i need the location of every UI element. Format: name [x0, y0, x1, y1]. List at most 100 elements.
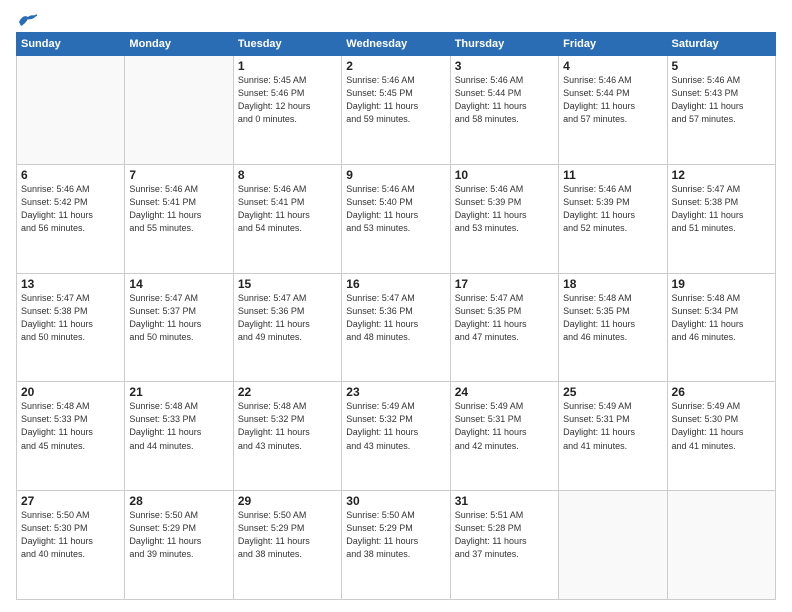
day-info: Sunrise: 5:51 AM Sunset: 5:28 PM Dayligh… — [455, 509, 554, 561]
day-info: Sunrise: 5:49 AM Sunset: 5:32 PM Dayligh… — [346, 400, 445, 452]
day-cell-4: 4Sunrise: 5:46 AM Sunset: 5:44 PM Daylig… — [559, 56, 667, 165]
day-info: Sunrise: 5:46 AM Sunset: 5:40 PM Dayligh… — [346, 183, 445, 235]
weekday-friday: Friday — [559, 33, 667, 56]
day-info: Sunrise: 5:46 AM Sunset: 5:43 PM Dayligh… — [672, 74, 771, 126]
day-info: Sunrise: 5:50 AM Sunset: 5:29 PM Dayligh… — [238, 509, 337, 561]
weekday-sunday: Sunday — [17, 33, 125, 56]
day-info: Sunrise: 5:47 AM Sunset: 5:38 PM Dayligh… — [672, 183, 771, 235]
day-info: Sunrise: 5:45 AM Sunset: 5:46 PM Dayligh… — [238, 74, 337, 126]
day-number: 28 — [129, 494, 228, 508]
day-number: 7 — [129, 168, 228, 182]
day-cell-6: 6Sunrise: 5:46 AM Sunset: 5:42 PM Daylig… — [17, 164, 125, 273]
day-number: 9 — [346, 168, 445, 182]
day-number: 6 — [21, 168, 120, 182]
day-info: Sunrise: 5:47 AM Sunset: 5:35 PM Dayligh… — [455, 292, 554, 344]
weekday-wednesday: Wednesday — [342, 33, 450, 56]
weekday-saturday: Saturday — [667, 33, 775, 56]
day-number: 22 — [238, 385, 337, 399]
day-cell-7: 7Sunrise: 5:46 AM Sunset: 5:41 PM Daylig… — [125, 164, 233, 273]
day-info: Sunrise: 5:47 AM Sunset: 5:36 PM Dayligh… — [346, 292, 445, 344]
day-cell-30: 30Sunrise: 5:50 AM Sunset: 5:29 PM Dayli… — [342, 491, 450, 600]
day-number: 24 — [455, 385, 554, 399]
day-cell-29: 29Sunrise: 5:50 AM Sunset: 5:29 PM Dayli… — [233, 491, 341, 600]
day-info: Sunrise: 5:46 AM Sunset: 5:45 PM Dayligh… — [346, 74, 445, 126]
day-info: Sunrise: 5:48 AM Sunset: 5:34 PM Dayligh… — [672, 292, 771, 344]
week-row-1: 1Sunrise: 5:45 AM Sunset: 5:46 PM Daylig… — [17, 56, 776, 165]
week-row-3: 13Sunrise: 5:47 AM Sunset: 5:38 PM Dayli… — [17, 273, 776, 382]
day-cell-8: 8Sunrise: 5:46 AM Sunset: 5:41 PM Daylig… — [233, 164, 341, 273]
day-cell-23: 23Sunrise: 5:49 AM Sunset: 5:32 PM Dayli… — [342, 382, 450, 491]
day-info: Sunrise: 5:47 AM Sunset: 5:37 PM Dayligh… — [129, 292, 228, 344]
day-cell-5: 5Sunrise: 5:46 AM Sunset: 5:43 PM Daylig… — [667, 56, 775, 165]
day-number: 17 — [455, 277, 554, 291]
day-cell-13: 13Sunrise: 5:47 AM Sunset: 5:38 PM Dayli… — [17, 273, 125, 382]
day-number: 21 — [129, 385, 228, 399]
day-number: 15 — [238, 277, 337, 291]
day-cell-10: 10Sunrise: 5:46 AM Sunset: 5:39 PM Dayli… — [450, 164, 558, 273]
day-number: 11 — [563, 168, 662, 182]
day-cell-27: 27Sunrise: 5:50 AM Sunset: 5:30 PM Dayli… — [17, 491, 125, 600]
page: SundayMondayTuesdayWednesdayThursdayFrid… — [0, 0, 792, 612]
day-number: 8 — [238, 168, 337, 182]
weekday-monday: Monday — [125, 33, 233, 56]
day-cell-26: 26Sunrise: 5:49 AM Sunset: 5:30 PM Dayli… — [667, 382, 775, 491]
day-cell-31: 31Sunrise: 5:51 AM Sunset: 5:28 PM Dayli… — [450, 491, 558, 600]
day-info: Sunrise: 5:48 AM Sunset: 5:33 PM Dayligh… — [129, 400, 228, 452]
day-number: 20 — [21, 385, 120, 399]
weekday-thursday: Thursday — [450, 33, 558, 56]
day-number: 29 — [238, 494, 337, 508]
day-info: Sunrise: 5:46 AM Sunset: 5:41 PM Dayligh… — [238, 183, 337, 235]
day-info: Sunrise: 5:46 AM Sunset: 5:39 PM Dayligh… — [563, 183, 662, 235]
day-cell-25: 25Sunrise: 5:49 AM Sunset: 5:31 PM Dayli… — [559, 382, 667, 491]
empty-cell — [559, 491, 667, 600]
day-info: Sunrise: 5:47 AM Sunset: 5:36 PM Dayligh… — [238, 292, 337, 344]
day-number: 31 — [455, 494, 554, 508]
day-info: Sunrise: 5:50 AM Sunset: 5:29 PM Dayligh… — [346, 509, 445, 561]
day-number: 12 — [672, 168, 771, 182]
day-number: 4 — [563, 59, 662, 73]
day-cell-2: 2Sunrise: 5:46 AM Sunset: 5:45 PM Daylig… — [342, 56, 450, 165]
day-info: Sunrise: 5:48 AM Sunset: 5:33 PM Dayligh… — [21, 400, 120, 452]
day-cell-28: 28Sunrise: 5:50 AM Sunset: 5:29 PM Dayli… — [125, 491, 233, 600]
day-info: Sunrise: 5:46 AM Sunset: 5:39 PM Dayligh… — [455, 183, 554, 235]
day-number: 18 — [563, 277, 662, 291]
day-number: 14 — [129, 277, 228, 291]
empty-cell — [125, 56, 233, 165]
empty-cell — [667, 491, 775, 600]
logo — [16, 12, 40, 24]
day-cell-3: 3Sunrise: 5:46 AM Sunset: 5:44 PM Daylig… — [450, 56, 558, 165]
day-number: 19 — [672, 277, 771, 291]
day-info: Sunrise: 5:49 AM Sunset: 5:31 PM Dayligh… — [455, 400, 554, 452]
calendar-table: SundayMondayTuesdayWednesdayThursdayFrid… — [16, 32, 776, 600]
day-number: 30 — [346, 494, 445, 508]
day-number: 26 — [672, 385, 771, 399]
day-cell-17: 17Sunrise: 5:47 AM Sunset: 5:35 PM Dayli… — [450, 273, 558, 382]
weekday-tuesday: Tuesday — [233, 33, 341, 56]
day-cell-1: 1Sunrise: 5:45 AM Sunset: 5:46 PM Daylig… — [233, 56, 341, 165]
day-info: Sunrise: 5:46 AM Sunset: 5:44 PM Dayligh… — [563, 74, 662, 126]
week-row-2: 6Sunrise: 5:46 AM Sunset: 5:42 PM Daylig… — [17, 164, 776, 273]
day-number: 2 — [346, 59, 445, 73]
week-row-4: 20Sunrise: 5:48 AM Sunset: 5:33 PM Dayli… — [17, 382, 776, 491]
day-cell-18: 18Sunrise: 5:48 AM Sunset: 5:35 PM Dayli… — [559, 273, 667, 382]
day-cell-16: 16Sunrise: 5:47 AM Sunset: 5:36 PM Dayli… — [342, 273, 450, 382]
day-cell-15: 15Sunrise: 5:47 AM Sunset: 5:36 PM Dayli… — [233, 273, 341, 382]
day-info: Sunrise: 5:46 AM Sunset: 5:44 PM Dayligh… — [455, 74, 554, 126]
day-cell-9: 9Sunrise: 5:46 AM Sunset: 5:40 PM Daylig… — [342, 164, 450, 273]
logo-bird-icon — [17, 12, 39, 30]
day-number: 10 — [455, 168, 554, 182]
day-cell-22: 22Sunrise: 5:48 AM Sunset: 5:32 PM Dayli… — [233, 382, 341, 491]
day-info: Sunrise: 5:47 AM Sunset: 5:38 PM Dayligh… — [21, 292, 120, 344]
day-cell-20: 20Sunrise: 5:48 AM Sunset: 5:33 PM Dayli… — [17, 382, 125, 491]
day-info: Sunrise: 5:50 AM Sunset: 5:29 PM Dayligh… — [129, 509, 228, 561]
day-number: 23 — [346, 385, 445, 399]
week-row-5: 27Sunrise: 5:50 AM Sunset: 5:30 PM Dayli… — [17, 491, 776, 600]
day-info: Sunrise: 5:46 AM Sunset: 5:42 PM Dayligh… — [21, 183, 120, 235]
day-number: 25 — [563, 385, 662, 399]
header — [16, 12, 776, 24]
day-info: Sunrise: 5:50 AM Sunset: 5:30 PM Dayligh… — [21, 509, 120, 561]
day-number: 1 — [238, 59, 337, 73]
day-cell-21: 21Sunrise: 5:48 AM Sunset: 5:33 PM Dayli… — [125, 382, 233, 491]
day-info: Sunrise: 5:48 AM Sunset: 5:32 PM Dayligh… — [238, 400, 337, 452]
day-info: Sunrise: 5:48 AM Sunset: 5:35 PM Dayligh… — [563, 292, 662, 344]
